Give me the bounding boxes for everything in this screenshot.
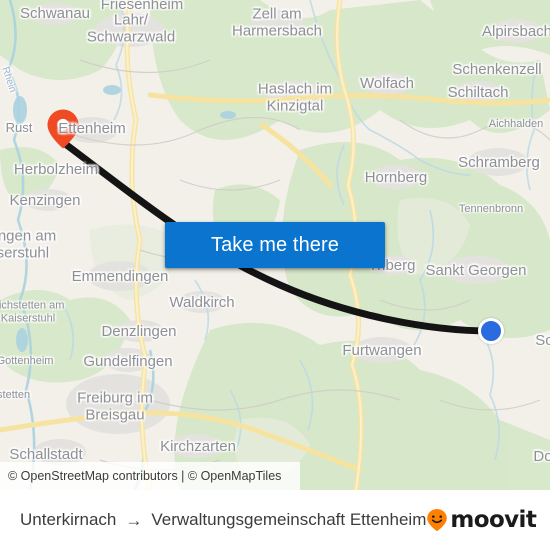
destination-label: Verwaltungsgemeinschaft Ettenheim <box>151 510 427 529</box>
route-summary: Unterkirnach → Verwaltungsgemeinschaft E… <box>20 510 426 530</box>
take-me-there-button[interactable]: Take me there <box>165 222 385 268</box>
moovit-pin-icon <box>427 509 448 532</box>
moovit-trip-map-screen: Schwanau Friesenheim Lahr/ Schwarzwald Zell… <box>0 0 550 550</box>
moovit-logo[interactable]: moovit <box>426 507 537 533</box>
destination-dot-icon[interactable] <box>478 318 504 344</box>
map-viewport[interactable]: Schwanau Friesenheim Lahr/ Schwarzwald Zell… <box>0 0 550 490</box>
arrow-right-icon: → <box>125 510 143 530</box>
moovit-wordmark: moovit <box>450 507 537 533</box>
footer-bar: Unterkirnach → Verwaltungsgemeinschaft E… <box>0 490 550 550</box>
origin-label: Unterkirnach <box>20 510 117 529</box>
map-attribution[interactable]: © OpenStreetMap contributors | © OpenMap… <box>0 462 300 490</box>
